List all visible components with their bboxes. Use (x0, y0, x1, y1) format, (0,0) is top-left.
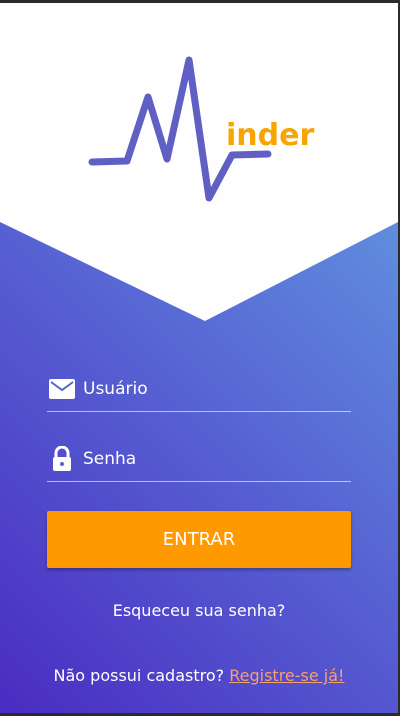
password-input[interactable] (83, 449, 323, 469)
username-field[interactable] (47, 367, 351, 412)
signup-prompt: Não possui cadastro? (53, 666, 225, 685)
username-input[interactable] (83, 379, 323, 399)
logo-header: inder (0, 3, 398, 321)
login-button[interactable]: ENTRAR (47, 511, 351, 568)
signup-row: Não possui cadastro? Registre-se já! (0, 666, 398, 685)
password-field[interactable] (47, 437, 351, 482)
login-screen: inder ENTRAR Esqueceu sua senha? Não pos… (0, 3, 398, 713)
signup-link[interactable]: Registre-se já! (229, 666, 344, 685)
lock-icon (53, 446, 71, 471)
logo-text: inder (226, 118, 314, 153)
envelope-icon (49, 379, 75, 399)
forgot-password-link[interactable]: Esqueceu sua senha? (0, 601, 398, 620)
